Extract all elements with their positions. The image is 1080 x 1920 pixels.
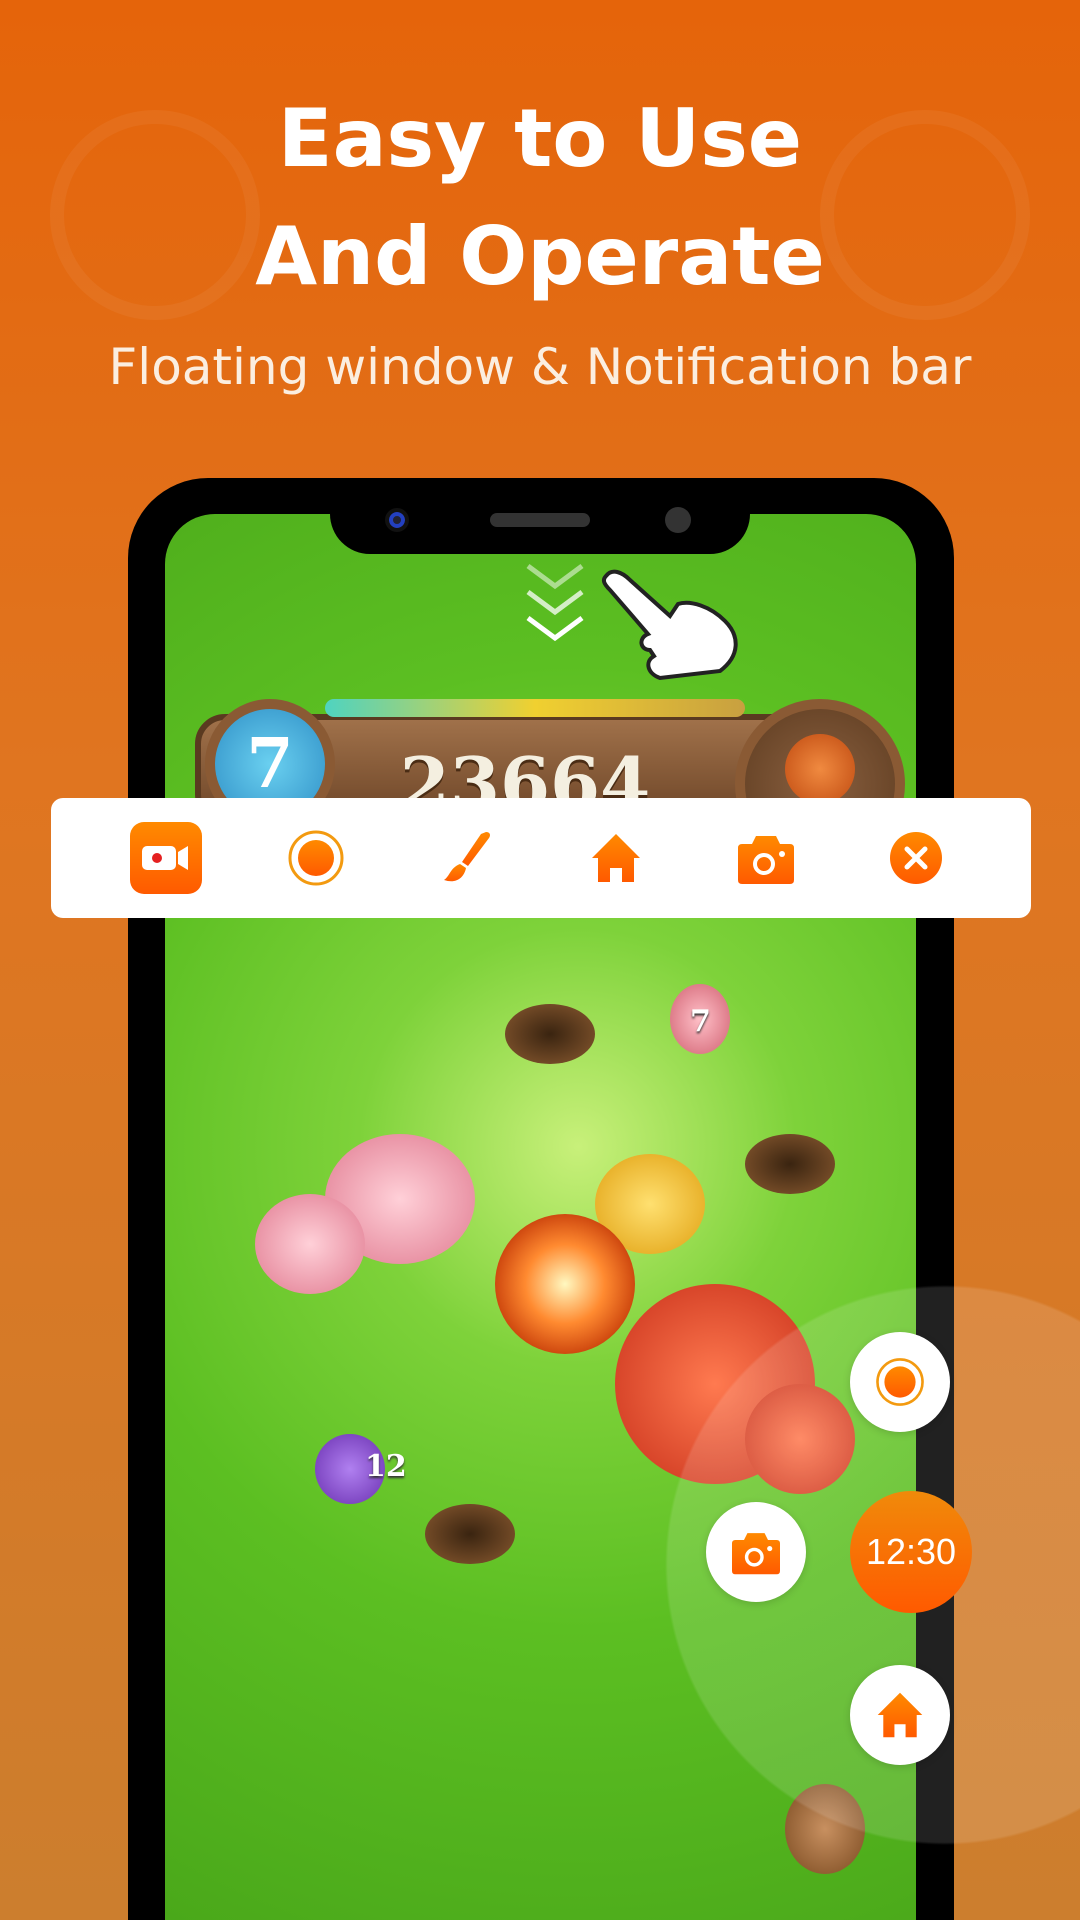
- notification-bar: [51, 798, 1031, 918]
- dirt-hole-icon: [745, 1134, 835, 1194]
- camera-icon: [732, 1533, 780, 1575]
- record-button[interactable]: [276, 818, 356, 898]
- floating-screenshot-button[interactable]: [706, 1502, 806, 1602]
- close-icon: [890, 832, 942, 884]
- speaker: [490, 513, 590, 527]
- sensor: [665, 507, 691, 533]
- dirt-hole-icon: [425, 1504, 515, 1564]
- lotus-icon: [255, 1194, 365, 1294]
- record-icon: [876, 1358, 924, 1406]
- tile-count: 12: [365, 1449, 407, 1484]
- front-camera: [385, 508, 409, 532]
- progress-bar: [325, 699, 745, 717]
- subtitle: Floating window & Notification bar: [108, 338, 972, 396]
- home-button[interactable]: [576, 818, 656, 898]
- center-flower-icon: [495, 1214, 635, 1354]
- home-icon: [877, 1692, 923, 1738]
- brush-icon: [444, 832, 490, 882]
- dirt-hole-icon: [505, 1004, 595, 1064]
- screenshot-button[interactable]: [726, 818, 806, 898]
- home-icon: [592, 834, 640, 882]
- record-icon: [288, 830, 344, 886]
- headline-line-2: And Operate: [255, 210, 825, 303]
- pointing-hand-icon: [601, 569, 738, 681]
- floating-home-button[interactable]: [850, 1665, 950, 1765]
- camera-icon: [738, 836, 794, 884]
- floating-timer-button[interactable]: 12:30: [850, 1491, 972, 1613]
- floating-record-button[interactable]: [850, 1332, 950, 1432]
- headline-line-1: Easy to Use: [277, 92, 803, 185]
- video-recorder-app-icon: [130, 822, 202, 894]
- goal-flower-icon: [785, 734, 855, 804]
- close-button[interactable]: [876, 818, 956, 898]
- brush-button[interactable]: [426, 818, 506, 898]
- swipe-down-chevrons-icon: [526, 563, 584, 642]
- tile-count: 7: [690, 1004, 711, 1039]
- app-button[interactable]: [126, 818, 206, 898]
